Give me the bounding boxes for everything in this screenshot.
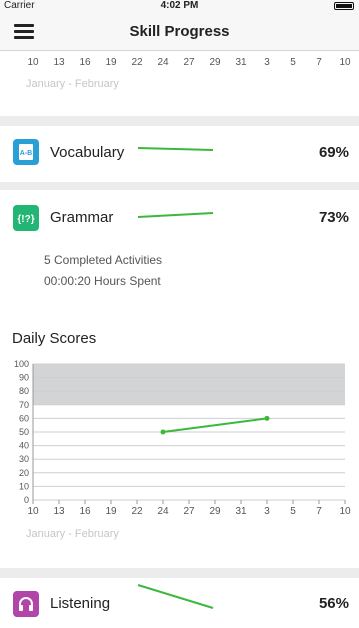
y-tick-label: 50 — [19, 427, 29, 437]
x-tick-label: 31 — [235, 506, 247, 516]
hours-spent-text: 00:00:20 Hours Spent — [44, 274, 161, 288]
headphones-icon — [13, 591, 39, 617]
y-tick-label: 0 — [24, 495, 29, 505]
skill-percent-grammar: 73% — [318, 209, 349, 226]
x-tick-label: 3 — [264, 506, 270, 516]
x-tick-label: 16 — [79, 506, 91, 516]
data-point — [160, 429, 166, 435]
y-tick-label: 20 — [19, 468, 29, 478]
y-tick-label: 70 — [19, 400, 29, 410]
top-chart-x-tick: 16 — [79, 57, 91, 68]
previous-chart-card: 10 13 16 19 22 24 27 29 31 3 5 7 10 January - Februa… — [0, 51, 359, 116]
y-tick-label: 80 — [19, 386, 29, 396]
skill-name-grammar: Grammar — [50, 209, 114, 226]
series-line — [162, 417, 268, 433]
skill-percent-vocabulary: 69% — [318, 144, 349, 161]
x-tick-label: 29 — [209, 506, 221, 516]
skill-card-grammar[interactable]: {!?} Grammar 73% 5 Completed Activities … — [0, 190, 359, 568]
x-tick-label: 19 — [105, 506, 117, 516]
skill-row-listening[interactable]: Listening 56% — [0, 578, 359, 628]
daily-scores-title: Daily Scores — [12, 330, 97, 347]
skill-name-vocabulary: Vocabulary — [50, 144, 125, 161]
y-tick-label: 60 — [19, 413, 29, 423]
x-tick-label: 24 — [157, 506, 169, 516]
y-tick-label: 10 — [19, 481, 29, 491]
y-tick-label: 40 — [19, 441, 29, 451]
x-tick-label: 10 — [27, 506, 39, 516]
skill-name-listening: Listening — [50, 595, 111, 612]
x-tick-label: 5 — [290, 506, 296, 516]
battery-icon — [334, 2, 354, 10]
daily-scores-chart: 010203040506070809010010 13 16 19 22 24 27 29 31… — [14, 359, 351, 516]
top-chart-x-tick: 7 — [316, 57, 322, 68]
data-point — [264, 415, 270, 421]
listening-trend-line — [137, 584, 214, 609]
skill-row-vocabulary[interactable]: A-B Vocabulary 69% — [0, 126, 359, 182]
skill-percent-listening: 56% — [318, 595, 349, 612]
daily-scores-month-label: January - February — [26, 528, 119, 540]
top-chart-x-tick: 13 — [53, 57, 65, 68]
completed-activities-text: 5 Completed Activities — [44, 253, 163, 267]
navigation-bar: Skill Progress — [0, 12, 359, 51]
top-chart-x-tick: 24 — [157, 57, 169, 68]
y-tick-label: 100 — [14, 359, 29, 369]
chart-shaded-band — [33, 364, 345, 405]
top-chart-x-tick: 29 — [209, 57, 221, 68]
x-tick-label: 13 — [53, 506, 65, 516]
x-tick-label: 27 — [183, 506, 195, 516]
status-bar: Carrier 4:02 PM — [0, 0, 359, 12]
clock-label: 4:02 PM — [160, 0, 199, 11]
svg-text:{!?}: {!?} — [17, 214, 34, 225]
top-chart-x-tick: 10 — [27, 57, 39, 68]
grammar-icon: {!?} — [13, 205, 39, 231]
top-chart-x-tick: 3 — [264, 57, 270, 68]
vocabulary-trend-line — [137, 147, 214, 151]
x-tick-label: 10 — [339, 506, 351, 516]
y-tick-label: 30 — [19, 454, 29, 464]
grammar-trend-line — [137, 212, 214, 218]
top-chart-x-tick: 27 — [183, 57, 195, 68]
top-chart-x-tick: 19 — [105, 57, 117, 68]
svg-text:A-B: A-B — [20, 150, 32, 157]
top-chart-x-tick: 10 — [339, 57, 351, 68]
top-chart-x-tick: 22 — [131, 57, 143, 68]
x-tick-label: 22 — [131, 506, 143, 516]
book-icon: A-B — [13, 139, 39, 165]
page-title: Skill Progress — [129, 23, 230, 40]
top-chart-month-label: January - February — [26, 78, 119, 90]
top-chart-x-tick: 31 — [235, 57, 247, 68]
top-chart-x-tick: 5 — [290, 57, 296, 68]
y-tick-label: 90 — [19, 373, 29, 383]
x-tick-label: 7 — [316, 506, 322, 516]
